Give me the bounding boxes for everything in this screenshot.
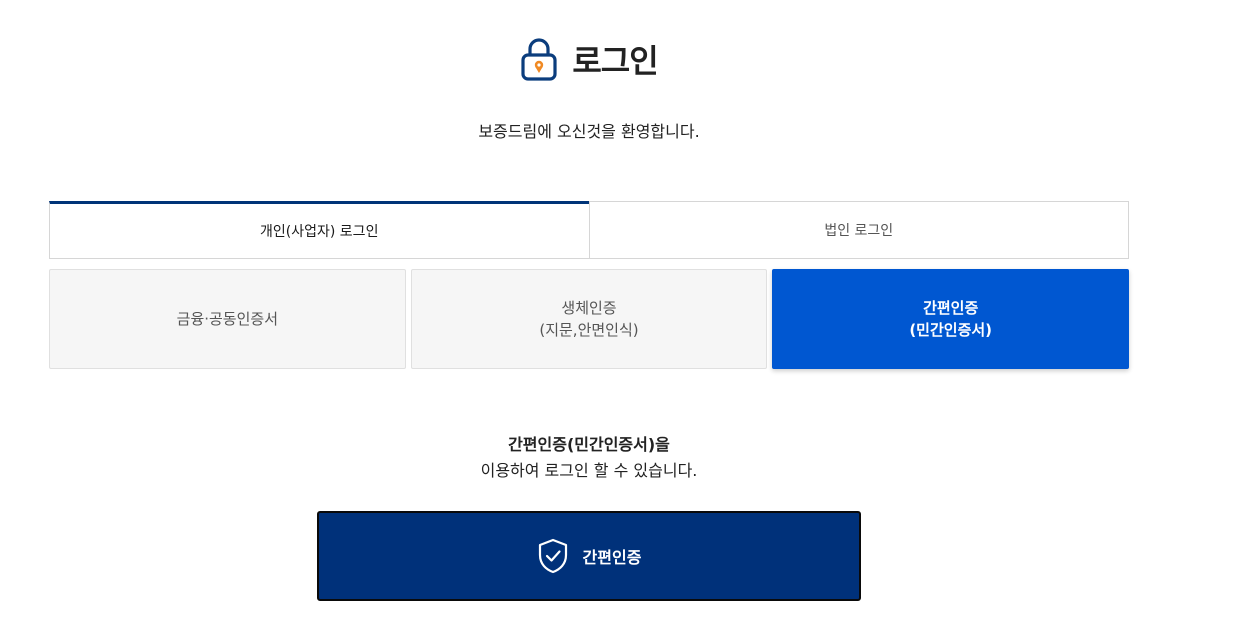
description-text: 이용하여 로그인 할 수 있습니다. (480, 461, 698, 480)
shield-check-icon (537, 538, 569, 574)
method-simple-auth[interactable]: 간편인증 (민간인증서) (772, 269, 1130, 369)
description-strong: 간편인증(민간인증서)을 (508, 435, 670, 454)
method-label: 간편인증 (923, 299, 979, 317)
page-header: 로그인 (0, 36, 1178, 82)
login-type-tabs: 개인(사업자) 로그인 법인 로그인 (49, 201, 1129, 259)
login-page: 로그인 보증드림에 오신것을 환영합니다. 개인(사업자) 로그인 법인 로그인… (0, 0, 1248, 626)
tab-personal-login[interactable]: 개인(사업자) 로그인 (49, 201, 589, 259)
tab-label: 개인(사업자) 로그인 (260, 224, 379, 240)
tab-corporate-login[interactable]: 법인 로그인 (588, 201, 1129, 259)
lock-icon (520, 37, 558, 81)
page-title: 로그인 (572, 42, 658, 80)
auth-button-label: 간편인증 (582, 548, 642, 567)
simple-auth-button[interactable]: 간편인증 (317, 511, 861, 601)
auth-method-options: 금융·공동인증서 생체인증 (지문,안면인식) 간편인증 (민간인증서) (49, 269, 1130, 369)
method-financial-certificate[interactable]: 금융·공동인증서 (49, 269, 406, 369)
method-label: 생체인증 (561, 299, 617, 317)
method-sublabel: (지문,안면인식) (539, 321, 639, 339)
method-label: 금융·공동인증서 (176, 310, 279, 328)
method-description: 간편인증(민간인증서)을 이용하여 로그인 할 수 있습니다. (0, 432, 1178, 484)
tab-label: 법인 로그인 (824, 223, 894, 239)
method-sublabel: (민간인증서) (909, 321, 993, 339)
method-biometric[interactable]: 생체인증 (지문,안면인식) (410, 269, 768, 369)
welcome-message: 보증드림에 오신것을 환영합니다. (478, 122, 700, 141)
